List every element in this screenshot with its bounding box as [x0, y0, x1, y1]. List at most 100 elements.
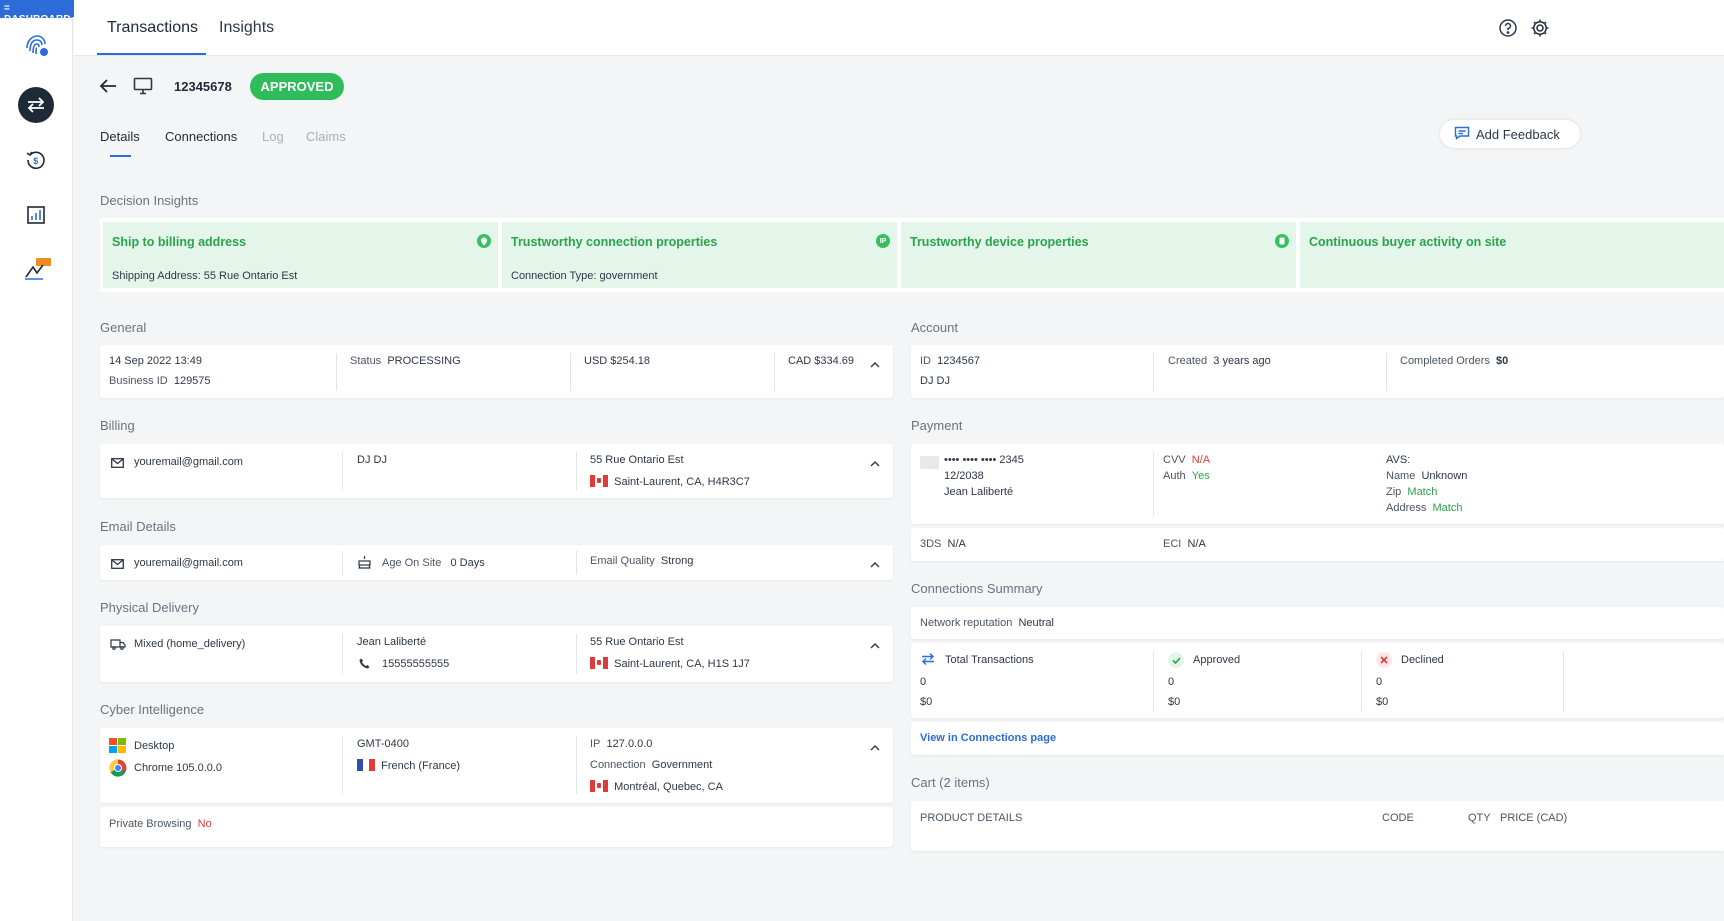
avs-label: AVS:: [1386, 454, 1411, 466]
fingerprint-logo-icon[interactable]: [18, 27, 54, 63]
auth-value: Yes: [1191, 470, 1210, 482]
delivery-method: Mixed (home_delivery): [134, 638, 246, 650]
private-browsing-card: Private Browsing No: [100, 807, 893, 847]
device-type: Desktop: [134, 740, 175, 752]
insight-card: Trustworthy connection properties IP Con…: [502, 222, 897, 288]
connections-summary-title: Connections Summary: [911, 581, 1043, 596]
billing-email: youremail@gmail.com: [134, 456, 243, 468]
dashboard-badge[interactable]: = DASHBOARD: [0, 0, 79, 25]
cvv-label: CVV: [1163, 454, 1186, 466]
collapse-chevron-up-icon[interactable]: [870, 456, 880, 467]
insight-title: Trustworthy device properties: [910, 235, 1089, 249]
completed-orders-value: $0: [1496, 355, 1509, 367]
cart-column-header: PRICE (CAD): [1500, 812, 1568, 824]
phone-icon: [359, 658, 370, 672]
view-connections-link[interactable]: View in Connections page: [920, 732, 1056, 744]
business-id-value: 129575: [173, 375, 211, 387]
auth-label: Auth: [1163, 470, 1186, 482]
canada-flag-icon: [590, 780, 608, 792]
email-details-email: youremail@gmail.com: [134, 557, 243, 569]
email-envelope-icon: [111, 558, 124, 572]
help-icon[interactable]: [1498, 18, 1518, 38]
billing-name: DJ DJ: [357, 454, 387, 466]
cyber-intelligence-title: Cyber Intelligence: [100, 702, 205, 717]
billing-card: youremail@gmail.com DJ DJ 55 Rue Ontario…: [100, 444, 893, 498]
transactions-nav-icon[interactable]: [18, 87, 54, 123]
declined-label: Declined: [1401, 654, 1444, 666]
insight-title: Continuous buyer activity on site: [1309, 235, 1507, 249]
private-browsing-value: No: [197, 818, 212, 830]
network-reputation-card: Network reputation Neutral: [911, 607, 1724, 639]
cyber-intelligence-card: Desktop Chrome 105.0.0.0 GMT-0400 French…: [100, 728, 893, 803]
insight-title: Trustworthy connection properties: [511, 235, 718, 249]
approved-count: 0: [1168, 676, 1175, 688]
tab-claims[interactable]: Claims: [306, 129, 346, 144]
ip-label: IP: [590, 738, 601, 750]
connections-stats-card: Total Transactions 0 $0 Approved 0 $0 De…: [911, 643, 1724, 718]
recipient-name: Jean Laliberté: [357, 636, 427, 648]
canada-flag-icon: [590, 475, 608, 487]
physical-delivery-card: Mixed (home_delivery) Jean Laliberté 155…: [100, 626, 893, 682]
physical-delivery-title: Physical Delivery: [100, 600, 199, 615]
general-card: 14 Sep 2022 13:49 Business ID 129575 Sta…: [100, 345, 893, 398]
collapse-chevron-up-icon[interactable]: [870, 357, 880, 368]
threeds-value: N/A: [947, 538, 966, 550]
tab-details[interactable]: Details: [100, 129, 140, 144]
created-value: 3 years ago: [1213, 355, 1271, 367]
active-subtab-indicator: [110, 155, 131, 157]
connections-link-card: View in Connections page: [911, 722, 1724, 755]
age-on-site-value: 0 Days: [450, 557, 485, 569]
payment-card: •••• •••• •••• 2345 12/2038 Jean Laliber…: [911, 444, 1724, 524]
billing-title: Billing: [100, 418, 135, 433]
insight-card: Continuous buyer activity on site: [1300, 222, 1724, 288]
tab-connections[interactable]: Connections: [165, 129, 237, 144]
age-on-site-label: Age On Site: [382, 557, 442, 569]
insight-title: Ship to billing address: [112, 235, 247, 249]
active-tab-indicator: [97, 53, 206, 55]
eci-value: N/A: [1187, 538, 1206, 550]
declined-amount: $0: [1376, 696, 1389, 708]
status-label: Status: [350, 355, 382, 367]
ip-location: Montréal, Quebec, CA: [614, 781, 723, 793]
credit-card-icon: [920, 456, 939, 469]
created-label: Created: [1168, 355, 1208, 367]
collapse-chevron-up-icon[interactable]: [870, 740, 880, 751]
avs-address-value: Match: [1432, 502, 1463, 514]
windows-icon: [109, 738, 126, 756]
tab-transactions[interactable]: Transactions: [107, 19, 198, 37]
avs-zip-value: Match: [1407, 486, 1438, 498]
email-details-title: Email Details: [100, 519, 176, 534]
insight-card: Trustworthy device properties: [901, 222, 1296, 288]
email-envelope-icon: [111, 457, 124, 471]
cad-amount: CAD $334.69: [788, 355, 855, 367]
account-name: DJ DJ: [920, 375, 950, 387]
reports-nav-icon[interactable]: [18, 197, 54, 233]
payment-3ds-card: 3DS N/A ECI N/A: [911, 528, 1724, 561]
refund-nav-icon[interactable]: $: [18, 142, 54, 178]
settings-gear-icon[interactable]: [1530, 18, 1550, 38]
cart-title: Cart (2 items): [911, 775, 990, 790]
email-quality-value: Strong: [660, 555, 694, 567]
cart-column-header: QTY: [1468, 812, 1491, 824]
cart-column-header: CODE: [1382, 812, 1414, 824]
france-flag-icon: [357, 759, 375, 771]
back-arrow-icon[interactable]: [98, 78, 118, 97]
billing-address-line1: 55 Rue Ontario Est: [590, 454, 684, 466]
account-title: Account: [911, 320, 958, 335]
tab-insights[interactable]: Insights: [219, 19, 274, 37]
card-holder: Jean Laliberté: [944, 486, 1014, 498]
collapse-chevron-up-icon[interactable]: [870, 557, 880, 568]
avs-address-label: Address: [1386, 502, 1427, 514]
transaction-id: 12345678: [174, 79, 232, 94]
tab-log[interactable]: Log: [262, 129, 284, 144]
collapse-chevron-up-icon[interactable]: [870, 638, 880, 649]
cvv-value: N/A: [1191, 454, 1211, 466]
beta-feature-nav-icon[interactable]: BETA: [18, 251, 67, 287]
feedback-icon: [1454, 126, 1470, 143]
connection-value: Government: [651, 759, 713, 771]
business-id-label: Business ID: [109, 375, 168, 387]
add-feedback-button[interactable]: Add Feedback: [1440, 120, 1580, 148]
beta-label: BETA: [51, 256, 67, 262]
declined-x-icon: [1376, 652, 1392, 668]
card-number: •••• •••• •••• 2345: [944, 454, 1024, 466]
